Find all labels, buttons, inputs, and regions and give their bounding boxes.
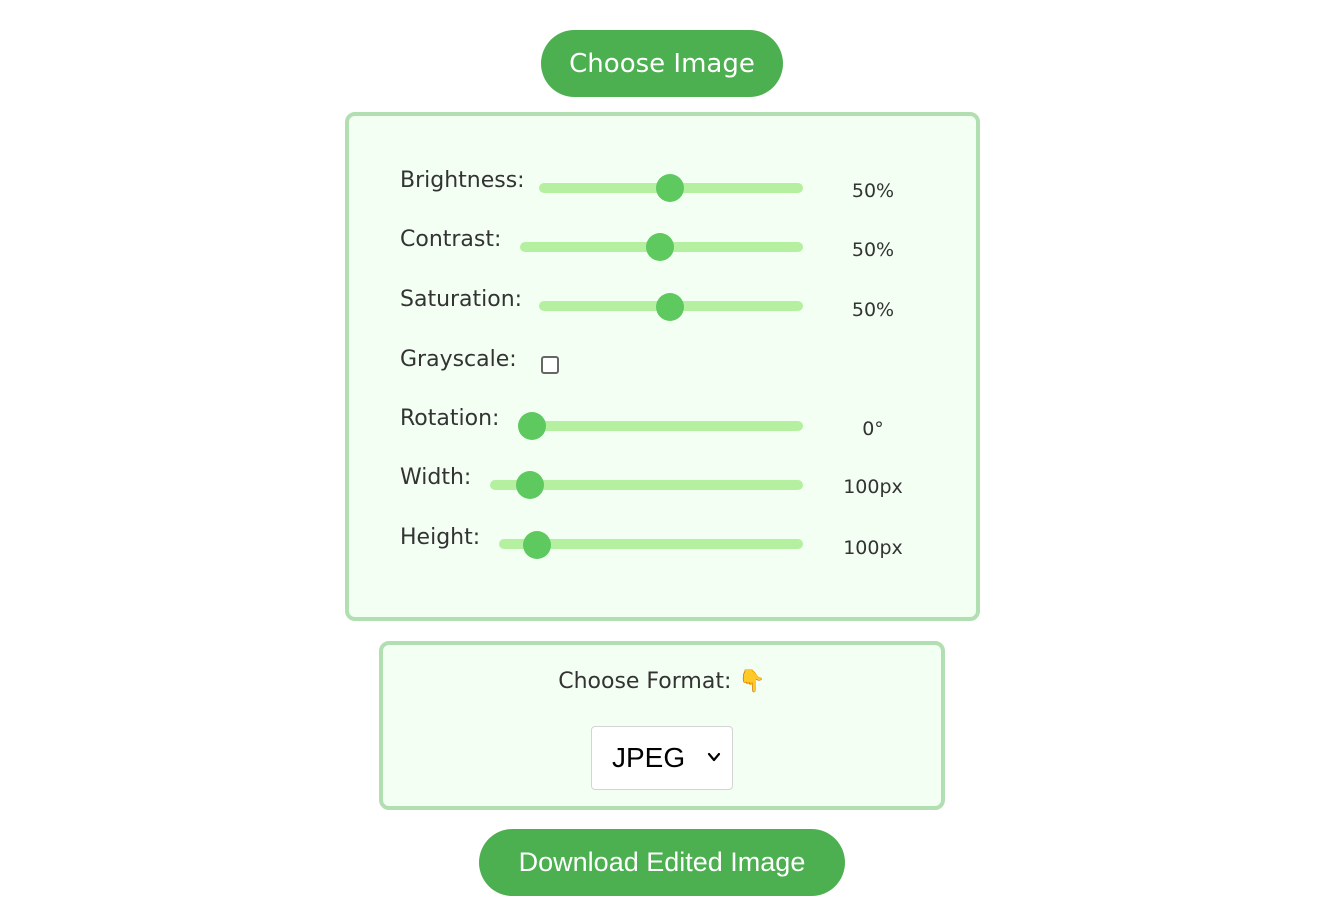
format-panel: Choose Format: 👇 JPEG: [379, 641, 945, 810]
height-slider-thumb[interactable]: [523, 531, 551, 559]
pointing-down-hand-icon: 👇: [738, 669, 766, 694]
width-label: Width:: [400, 465, 472, 490]
width-slider-thumb[interactable]: [516, 471, 544, 499]
chevron-down-icon: [707, 752, 721, 762]
choose-format-label: Choose Format:: [558, 669, 732, 694]
format-select[interactable]: JPEG: [591, 726, 733, 790]
adjustments-panel: Brightness: 50% Contrast: 50% Saturation…: [345, 112, 980, 621]
saturation-value: 50%: [851, 299, 895, 321]
saturation-label: Saturation:: [400, 287, 523, 312]
height-label: Height:: [400, 525, 481, 550]
format-select-value: JPEG: [612, 742, 686, 773]
rotation-slider-track[interactable]: [521, 421, 803, 431]
grayscale-label: Grayscale:: [400, 347, 517, 372]
saturation-slider-thumb[interactable]: [656, 293, 684, 321]
width-value: 100px: [843, 476, 903, 498]
rotation-value: 0°: [862, 418, 884, 440]
download-edited-image-button[interactable]: Download Edited Image: [479, 829, 845, 896]
contrast-label: Contrast:: [400, 227, 502, 252]
brightness-label: Brightness:: [400, 168, 525, 193]
height-value: 100px: [843, 537, 903, 559]
contrast-value: 50%: [851, 239, 895, 261]
grayscale-checkbox[interactable]: [541, 356, 559, 374]
brightness-value: 50%: [851, 180, 895, 202]
brightness-slider-thumb[interactable]: [656, 174, 684, 202]
choose-format-heading: Choose Format: 👇: [383, 669, 941, 694]
rotation-slider-thumb[interactable]: [518, 412, 546, 440]
contrast-slider-thumb[interactable]: [646, 233, 674, 261]
rotation-label: Rotation:: [400, 406, 500, 431]
choose-image-button[interactable]: Choose Image: [541, 30, 783, 97]
